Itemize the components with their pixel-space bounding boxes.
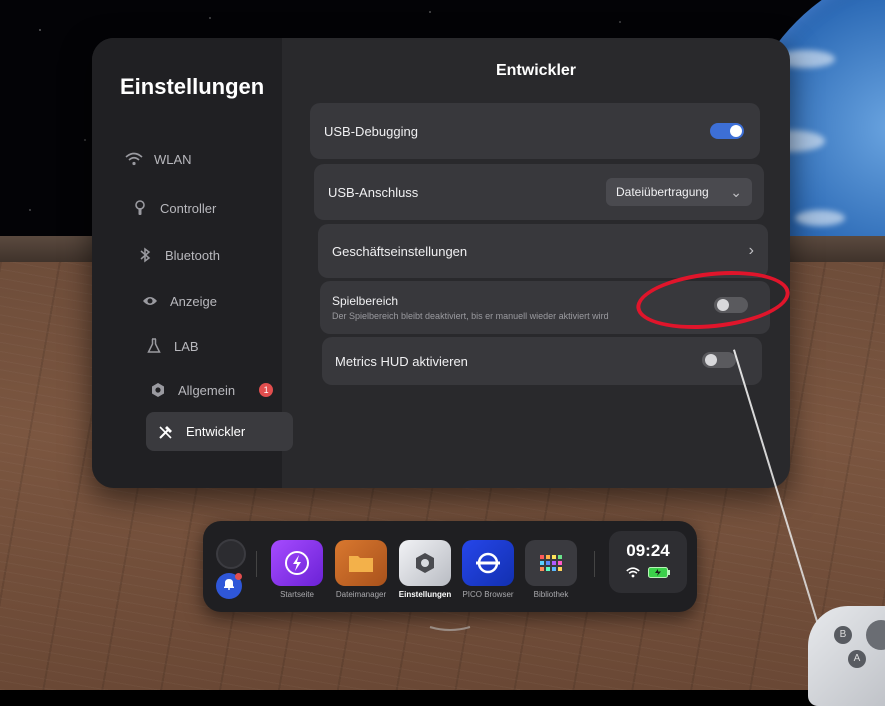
- controller-a-button: A: [848, 650, 866, 668]
- status-panel[interactable]: 09:24: [609, 531, 687, 593]
- metrics-hud-row: Metrics HUD aktivieren: [322, 337, 762, 385]
- app-bibliothek[interactable]: Bibliothek: [524, 540, 578, 599]
- controller-icon: [130, 198, 150, 218]
- app-einstellungen[interactable]: Einstellungen: [398, 540, 452, 599]
- toggle-knob: [730, 125, 742, 137]
- metrics-hud-toggle[interactable]: [702, 352, 736, 368]
- app-startseite[interactable]: Startseite: [270, 540, 324, 599]
- app-dateimanager[interactable]: Dateimanager: [334, 540, 388, 599]
- sidebar-item-controller[interactable]: Controller: [120, 189, 268, 227]
- status-icons: [609, 565, 687, 583]
- battery-icon: [648, 565, 670, 583]
- settings-title: Einstellungen: [120, 74, 265, 99]
- app-label: Startseite: [280, 590, 314, 599]
- divider: [594, 551, 595, 577]
- vr-controller: B A: [808, 606, 885, 706]
- sidebar-item-entwickler[interactable]: Entwickler: [146, 412, 293, 451]
- usb-debugging-toggle[interactable]: [710, 123, 744, 139]
- gear-icon: [148, 380, 168, 400]
- notifications-button[interactable]: [216, 573, 242, 599]
- eye-icon: [140, 291, 160, 311]
- sidebar-item-label: Anzeige: [170, 293, 217, 309]
- controller-joystick: [866, 620, 885, 650]
- metrics-hud-label: Metrics HUD aktivieren: [335, 353, 468, 369]
- sidebar-item-label: Controller: [160, 200, 217, 216]
- play-area-text: Spielbereich Der Spielbereich bleibt dea…: [332, 294, 609, 321]
- sidebar-item-label: Bluetooth: [165, 247, 220, 263]
- notification-dot: [235, 573, 242, 580]
- wifi-icon: [626, 565, 640, 583]
- usb-connection-select[interactable]: Dateiübertragung ⌄: [606, 178, 752, 206]
- lightning-icon: [271, 540, 323, 586]
- taskbar: Startseite Dateimanager Einstellungen PI…: [203, 521, 697, 612]
- usb-debugging-row: USB-Debugging: [310, 103, 760, 159]
- business-settings-label: Geschäftseinstellungen: [332, 243, 468, 259]
- usb-connection-label: USB-Anschluss: [328, 184, 419, 200]
- settings-hex-icon: [399, 540, 451, 586]
- sidebar-item-anzeige[interactable]: Anzeige: [130, 282, 278, 320]
- play-area-description: Der Spielbereich bleibt deaktiviert, bis…: [332, 311, 609, 321]
- sidebar-item-label: LAB: [174, 338, 199, 354]
- divider: [256, 551, 257, 577]
- tools-icon: [156, 422, 176, 442]
- app-pico-browser[interactable]: PICO Browser: [461, 540, 515, 599]
- app-label: PICO Browser: [462, 590, 514, 599]
- browser-icon: [462, 540, 514, 586]
- play-area-label: Spielbereich: [332, 294, 399, 308]
- clock-time: 09:24: [626, 541, 670, 560]
- sidebar-item-label: WLAN: [154, 151, 192, 167]
- flask-icon: [144, 336, 164, 356]
- folder-icon: [335, 540, 387, 586]
- app-label: Bibliothek: [533, 590, 569, 599]
- sidebar-item-allgemein[interactable]: Allgemein 1: [138, 371, 286, 409]
- app-label: Dateimanager: [335, 590, 387, 599]
- business-settings-row[interactable]: Geschäftseinstellungen ›: [318, 224, 768, 278]
- settings-sidebar: Einstellungen WLAN Controller Bluetooth …: [92, 38, 293, 488]
- usb-connection-row: USB-Anschluss Dateiübertragung ⌄: [314, 164, 764, 220]
- app-label: Einstellungen: [398, 590, 452, 599]
- grid-icon: [525, 540, 577, 586]
- bell-icon: [223, 577, 235, 595]
- usb-debugging-label: USB-Debugging: [324, 123, 418, 139]
- chevron-down-icon: ⌄: [730, 183, 742, 200]
- toggle-knob: [705, 354, 717, 366]
- sidebar-item-wlan[interactable]: WLAN: [114, 140, 262, 178]
- chevron-right-icon: ›: [748, 242, 754, 259]
- taskbar-grab-handle[interactable]: [428, 620, 472, 631]
- profile-button[interactable]: [216, 539, 246, 569]
- sidebar-item-bluetooth[interactable]: Bluetooth: [125, 236, 273, 274]
- bluetooth-icon: [135, 245, 155, 265]
- sidebar-item-label: Allgemein: [178, 382, 236, 398]
- wifi-icon: [124, 149, 144, 169]
- notification-badge: 1: [259, 383, 274, 397]
- sidebar-item-lab[interactable]: LAB: [134, 327, 282, 365]
- usb-connection-value: Dateiübertragung: [616, 185, 709, 199]
- sidebar-item-label: Entwickler: [186, 424, 246, 439]
- settings-window: Einstellungen WLAN Controller Bluetooth …: [92, 38, 790, 488]
- page-title: Entwickler: [495, 62, 577, 79]
- controller-b-button: B: [834, 626, 852, 644]
